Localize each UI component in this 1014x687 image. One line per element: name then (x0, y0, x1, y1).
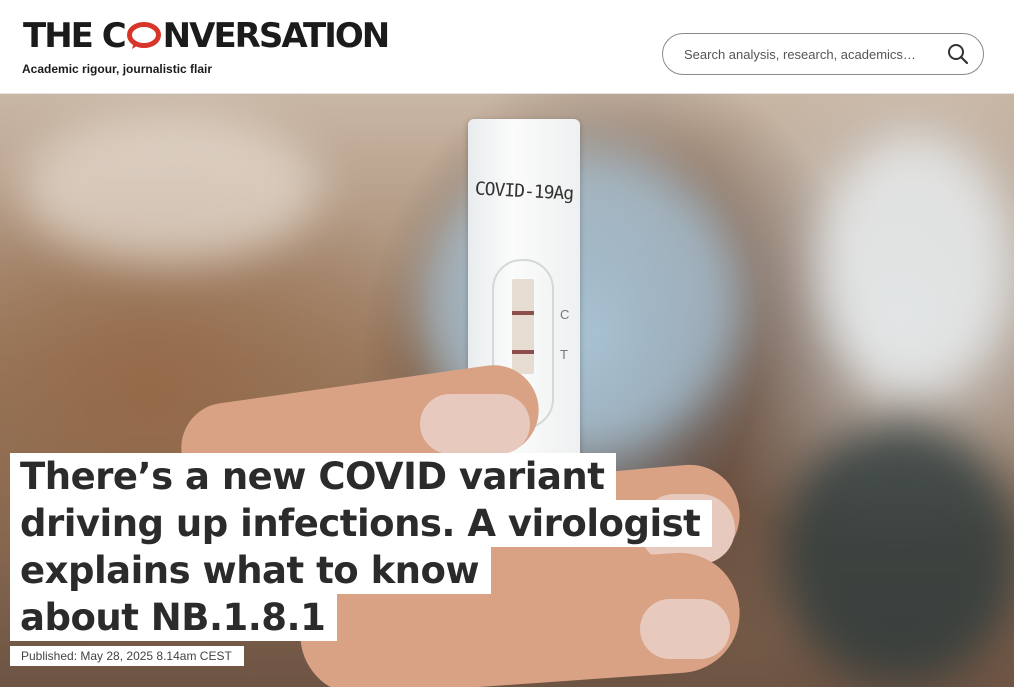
search-box[interactable] (662, 33, 984, 75)
site-logo[interactable]: THE C NVERSATION (23, 16, 391, 56)
speech-bubble-icon (126, 22, 162, 50)
search-input[interactable] (682, 45, 936, 63)
search-icon[interactable] (947, 43, 969, 65)
headline-line: about NB.1.8.1 (10, 594, 338, 641)
test-strip (512, 279, 534, 374)
logo-text-left: THE C (23, 16, 127, 56)
site-tagline: Academic rigour, journalistic flair (22, 62, 213, 76)
background-blur (20, 114, 320, 264)
site-header: THE C NVERSATION Academic rigour, journal… (0, 0, 1014, 94)
test-card-label: COVID-19Ag (474, 178, 574, 205)
logo-text-right: NVERSATION (162, 16, 391, 56)
headline-line: There’s a new COVID variant (10, 453, 617, 500)
article-headline: There’s a new COVID variant driving up i… (10, 453, 770, 641)
marker-t: T (560, 347, 568, 362)
background-blur (820, 134, 1010, 394)
headline-line: explains what to know (10, 547, 492, 594)
marker-c: C (560, 307, 570, 322)
published-date: Published: May 28, 2025 8.14am CEST (10, 646, 244, 666)
fingernail (420, 394, 530, 454)
headline-line: driving up infections. A virologist (10, 500, 713, 547)
test-line (512, 350, 534, 354)
background-blur (780, 424, 1014, 684)
control-line (512, 311, 534, 315)
